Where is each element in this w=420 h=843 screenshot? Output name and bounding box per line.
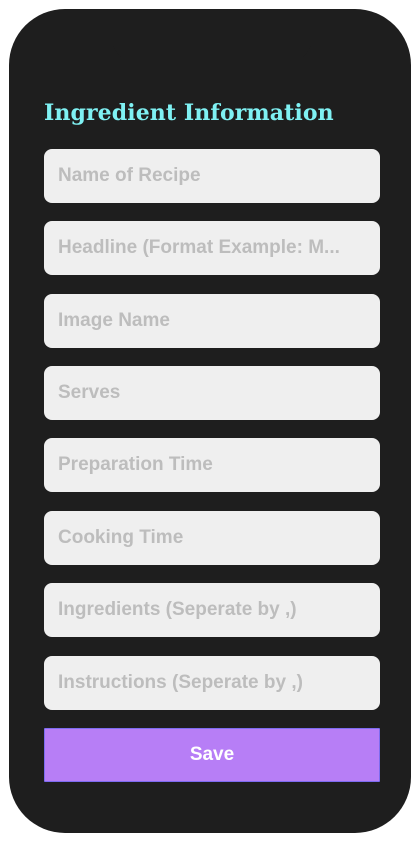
preparation-time-field[interactable] xyxy=(44,438,380,492)
cooking-time-field[interactable] xyxy=(44,511,380,565)
phone-notch xyxy=(112,18,312,62)
image-name-field[interactable] xyxy=(44,294,380,348)
ingredients-field[interactable] xyxy=(44,583,380,637)
recipe-name-field[interactable] xyxy=(44,149,380,203)
headline-field[interactable] xyxy=(44,221,380,275)
serves-field[interactable] xyxy=(44,366,380,420)
instructions-field[interactable] xyxy=(44,656,380,710)
save-button[interactable]: Save xyxy=(44,728,380,782)
form-title: Ingredient Information xyxy=(44,100,334,126)
